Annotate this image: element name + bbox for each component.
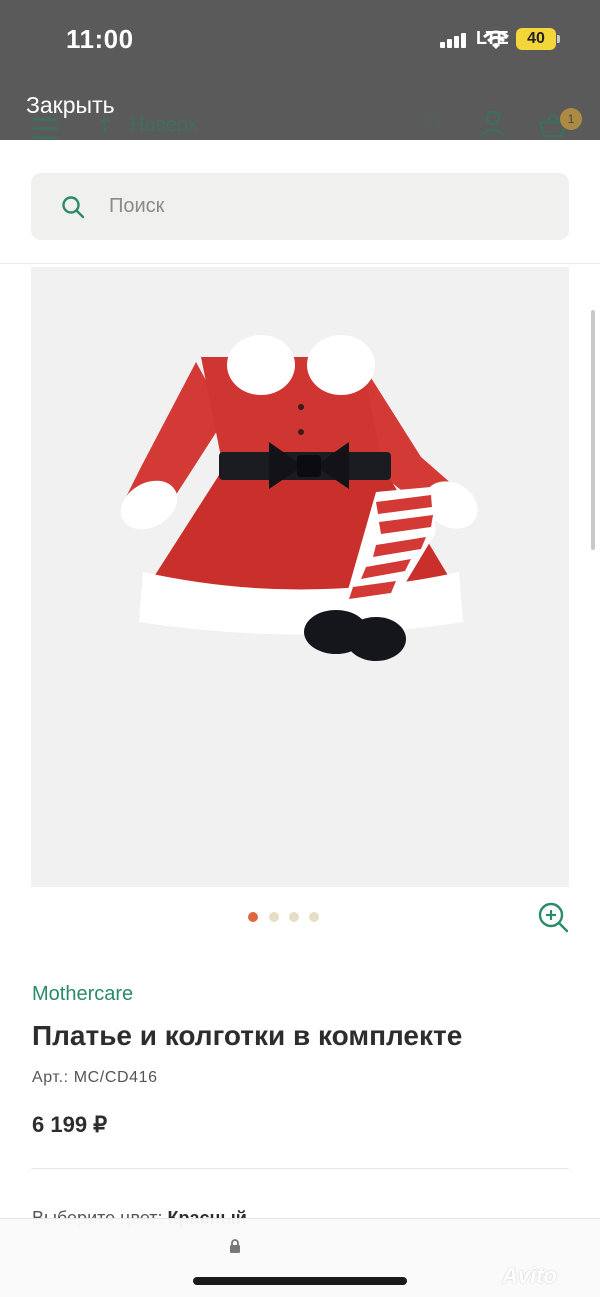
search-input[interactable]: Поиск [31, 173, 569, 240]
section-divider [31, 1168, 569, 1169]
product-price: 6 199 ₽ [32, 1112, 108, 1137]
modal-overlay-header: ↑ Наверх ♡ 1 11:00 LTE 40 Закрыть [0, 0, 600, 140]
status-bar: 11:00 LTE 40 [0, 0, 600, 80]
brand-link[interactable]: Mothercare [32, 983, 133, 1006]
search-icon [62, 196, 85, 219]
scroll-top-label: Наверх [130, 114, 198, 136]
home-indicator[interactable] [193, 1277, 407, 1285]
close-button[interactable]: Закрыть [26, 92, 115, 119]
battery-nub [557, 35, 560, 43]
browser-bottom-bar: Avito [0, 1218, 600, 1297]
gallery-dot-1[interactable] [248, 912, 258, 922]
lock-icon [230, 1239, 240, 1253]
gallery-dot-2[interactable] [269, 912, 279, 922]
heart-icon: ♡ [420, 110, 444, 140]
status-time: 11:00 [66, 24, 134, 54]
header-divider [0, 263, 600, 264]
battery-indicator: 40 [516, 28, 556, 50]
product-sheet: Поиск Mothercare Платье и колготки в ком… [0, 140, 600, 1297]
search-placeholder: Поиск [109, 195, 165, 217]
wifi-icon [483, 30, 509, 49]
product-image[interactable] [31, 267, 569, 887]
gallery-dots[interactable] [248, 912, 328, 924]
dress-illustration [120, 335, 478, 661]
menu-icon [32, 118, 58, 140]
gallery-dot-4[interactable] [309, 912, 319, 922]
cart-count-badge: 1 [560, 108, 582, 130]
signal-icon [440, 32, 468, 48]
zoom-in-icon[interactable] [536, 900, 570, 934]
avito-watermark: Avito [502, 1263, 557, 1288]
scroll-indicator [591, 310, 595, 550]
product-sku: Арт.: MC/CD416 [32, 1069, 158, 1086]
product-title: Платье и колготки в комплекте [32, 1020, 463, 1051]
gallery-dot-3[interactable] [289, 912, 299, 922]
user-icon [480, 110, 506, 138]
